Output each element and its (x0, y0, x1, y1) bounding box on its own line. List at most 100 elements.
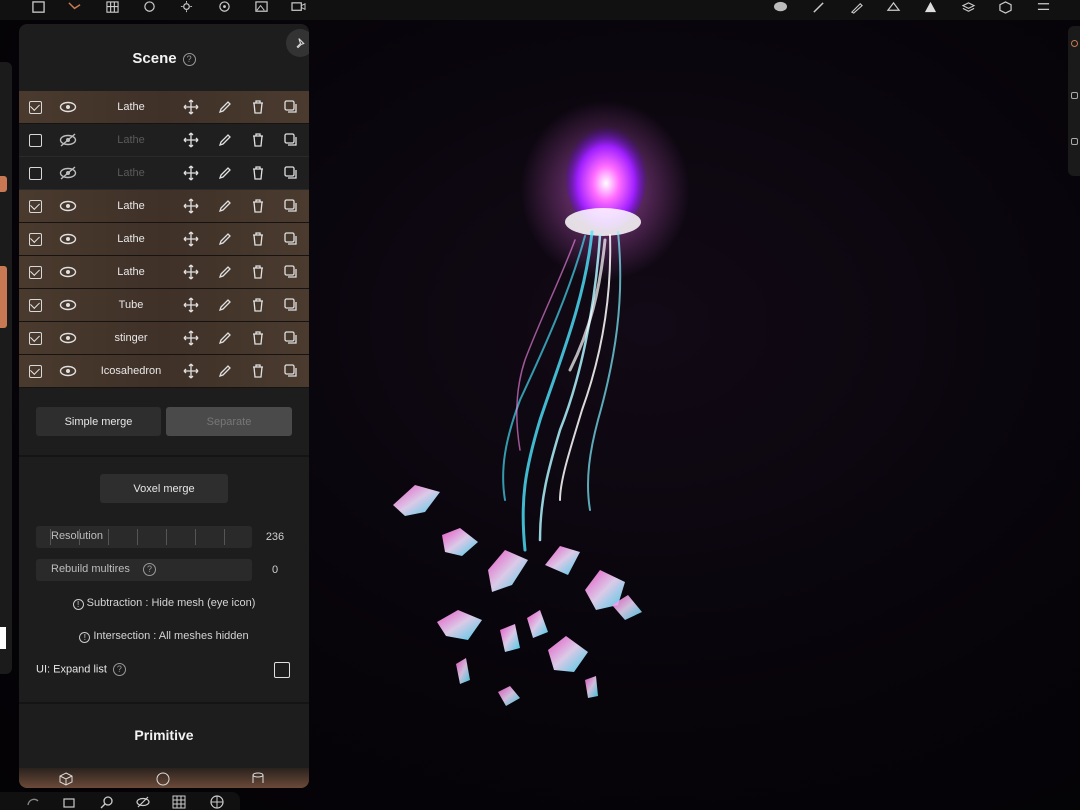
rebuild-multires-slider[interactable]: Rebuild multires ? (36, 559, 252, 581)
mesh-select-checkbox[interactable] (29, 199, 42, 213)
mesh-row[interactable]: Lathe (19, 91, 309, 124)
cylinder-icon[interactable] (251, 772, 265, 786)
mesh-row[interactable]: Icosahedron (19, 355, 309, 388)
mesh-select-checkbox[interactable] (29, 232, 42, 246)
material-icon[interactable] (141, 0, 157, 14)
pin-button[interactable] (286, 29, 309, 57)
frame-icon[interactable] (62, 795, 76, 809)
mesh-select-checkbox[interactable] (29, 364, 42, 378)
delete-icon[interactable] (250, 231, 266, 247)
eye-icon[interactable] (59, 364, 77, 378)
mesh-select-checkbox[interactable] (29, 331, 42, 345)
eye-icon[interactable] (59, 232, 77, 246)
move-icon[interactable] (183, 165, 199, 181)
duplicate-icon[interactable] (283, 330, 299, 346)
rename-icon[interactable] (217, 198, 233, 214)
delete-icon[interactable] (250, 363, 266, 379)
rename-icon[interactable] (217, 132, 233, 148)
duplicate-icon[interactable] (283, 363, 299, 379)
mesh-name[interactable]: Lathe (91, 200, 171, 212)
expand-help-icon[interactable]: ? (112, 663, 126, 676)
expand-list-checkbox[interactable] (274, 662, 290, 678)
redo-icon[interactable] (26, 795, 40, 809)
voxel-merge-button[interactable]: Voxel merge (100, 474, 228, 503)
sphere-tool-icon[interactable] (772, 0, 788, 14)
duplicate-icon[interactable] (283, 231, 299, 247)
rename-icon[interactable] (217, 330, 233, 346)
mesh-name[interactable]: Lathe (91, 233, 171, 245)
pen-icon[interactable] (848, 0, 864, 14)
eye-off-icon[interactable] (59, 166, 77, 180)
help-icon[interactable]: ? (182, 52, 196, 66)
cube-icon[interactable] (59, 772, 73, 786)
move-icon[interactable] (183, 99, 199, 115)
delete-icon[interactable] (250, 297, 266, 313)
search-icon[interactable] (100, 795, 114, 809)
mesh-name[interactable]: Icosahedron (91, 365, 171, 377)
delete-icon[interactable] (250, 264, 266, 280)
triangle-icon[interactable] (922, 0, 938, 14)
layers-icon[interactable] (960, 0, 976, 14)
files-icon[interactable] (30, 0, 46, 14)
eye-icon[interactable] (59, 298, 77, 312)
delete-icon[interactable] (250, 99, 266, 115)
camera-settings-icon[interactable] (216, 0, 232, 14)
hide-icon[interactable] (136, 795, 150, 809)
eye-off-icon[interactable] (59, 133, 77, 147)
color-swatch[interactable] (0, 627, 6, 649)
viewport-3d[interactable] (320, 20, 1080, 810)
move-icon[interactable] (183, 198, 199, 214)
mesh-name[interactable]: Lathe (91, 101, 171, 113)
mesh-row[interactable]: Lathe (19, 190, 309, 223)
mesh-select-checkbox[interactable] (29, 133, 42, 147)
mesh-row[interactable]: Lathe (19, 157, 309, 190)
mesh-name[interactable]: Lathe (91, 134, 171, 146)
move-icon[interactable] (183, 231, 199, 247)
mesh-row[interactable]: Lathe (19, 256, 309, 289)
rename-icon[interactable] (217, 264, 233, 280)
mesh-name[interactable]: Lathe (91, 167, 171, 179)
mesh-row[interactable]: stinger (19, 322, 309, 355)
rename-icon[interactable] (217, 297, 233, 313)
duplicate-icon[interactable] (283, 165, 299, 181)
resolution-value[interactable]: 236 (258, 526, 292, 548)
mesh-name[interactable]: stinger (91, 332, 171, 344)
scene-tree-icon[interactable] (66, 0, 82, 14)
resolution-slider[interactable]: Resolution (36, 526, 252, 548)
mesh-select-checkbox[interactable] (29, 100, 42, 114)
sliders-icon[interactable] (1035, 0, 1051, 14)
mesh-row[interactable]: Tube (19, 289, 309, 322)
rebuild-value[interactable]: 0 (258, 559, 292, 581)
matcap-icon[interactable] (210, 795, 224, 809)
mesh-name[interactable]: Tube (91, 299, 171, 311)
rebuild-help-icon[interactable]: ? (143, 563, 156, 576)
eye-icon[interactable] (59, 331, 77, 345)
rename-icon[interactable] (217, 99, 233, 115)
wireframe-icon[interactable] (172, 795, 186, 809)
light-icon[interactable] (178, 0, 194, 14)
move-icon[interactable] (183, 297, 199, 313)
mesh-name[interactable]: Lathe (91, 266, 171, 278)
delete-icon[interactable] (250, 132, 266, 148)
mesh-select-checkbox[interactable] (29, 166, 42, 180)
mesh-select-checkbox[interactable] (29, 265, 42, 279)
duplicate-icon[interactable] (283, 132, 299, 148)
strip-slider[interactable] (0, 266, 7, 328)
delete-icon[interactable] (250, 165, 266, 181)
mesh-select-checkbox[interactable] (29, 298, 42, 312)
duplicate-icon[interactable] (283, 99, 299, 115)
video-icon[interactable] (290, 0, 306, 14)
rename-icon[interactable] (217, 363, 233, 379)
eye-icon[interactable] (59, 100, 77, 114)
delete-icon[interactable] (250, 198, 266, 214)
move-icon[interactable] (183, 363, 199, 379)
mesh-row[interactable]: Lathe (19, 124, 309, 157)
move-icon[interactable] (183, 264, 199, 280)
sphere-icon[interactable] (156, 772, 170, 786)
simple-merge-button[interactable]: Simple merge (36, 407, 161, 436)
eye-icon[interactable] (59, 265, 77, 279)
move-icon[interactable] (183, 330, 199, 346)
brush-icon[interactable] (810, 0, 826, 14)
duplicate-icon[interactable] (283, 264, 299, 280)
mesh-row[interactable]: Lathe (19, 223, 309, 256)
